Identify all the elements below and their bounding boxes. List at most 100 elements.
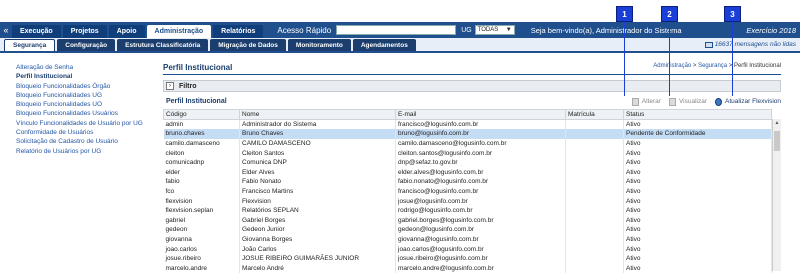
table-cell: Pendente de Conformidade	[623, 129, 772, 139]
table-row[interactable]: fco Francisco Martins francisco@logusinfo.…	[163, 186, 772, 197]
breadcrumb: Administração > Segurança > Perfil Insti…	[653, 63, 781, 69]
tab-apoio[interactable]: Apoio	[108, 25, 145, 38]
scroll-thumb[interactable]	[774, 131, 780, 151]
table-cell: gedeon@logusinfo.com.br	[395, 225, 566, 235]
alterar-button[interactable]: Alterar	[631, 97, 661, 106]
nav-perfil-institucional[interactable]: Perfil Institucional	[16, 72, 166, 81]
table-cell: cleiton	[163, 148, 240, 158]
nav-alteracao-senha[interactable]: Alteração de Senha	[16, 63, 166, 72]
table-row[interactable]: gabriel Gabriel Borges gabriel.borges@logu…	[163, 215, 772, 226]
table-cell	[565, 244, 624, 254]
table-cell	[565, 234, 624, 245]
messages-link[interactable]: 16637 mensagens não lidas	[704, 41, 796, 48]
tab-configuracao[interactable]: Configuração	[57, 39, 116, 51]
table-row[interactable]: elder Elder Alves elder.alves@logusinfo.co…	[163, 167, 772, 178]
table-cell: Ativo	[623, 167, 772, 178]
table-row[interactable]: giovanna Giovanna Borges giovanna@logusinf…	[163, 234, 772, 245]
nav-solicitacao-cadastro[interactable]: Solicitação de Cadastro de Usuário	[16, 137, 166, 146]
nav-conformidade-usuarios[interactable]: Conformidade de Usuários	[16, 128, 166, 137]
grid-toolbar: Perfil Institucional Alterar Visualizar …	[163, 94, 781, 109]
tab-seguranca[interactable]: Segurança	[4, 39, 56, 51]
scroll-up-icon[interactable]: ▲	[773, 119, 781, 127]
table-row[interactable]: gedeon Gedeon Junior gedeon@logusinfo.com.…	[163, 225, 772, 235]
tab-relatorios[interactable]: Relatórios	[213, 25, 264, 38]
col-status[interactable]: Status	[623, 109, 772, 120]
nav-bloqueio-orgao[interactable]: Bloqueio Funcionalidades Órgão	[16, 82, 166, 91]
visualizar-button[interactable]: Visualizar	[668, 97, 707, 106]
nav-vinculo-usuario-ug[interactable]: Vínculo Funcionalidades de Usuário por U…	[16, 119, 166, 128]
tab-execucao[interactable]: Execução	[12, 25, 61, 38]
table-cell	[565, 196, 624, 206]
table-cell	[565, 205, 624, 216]
welcome-text: Seja bem-vindo(a), Administrador do Sist…	[530, 25, 682, 35]
table-cell: Comunica DNP	[239, 157, 396, 168]
table-row[interactable]: camilo.damasceno CAMILO DAMASCENO camilo.d…	[163, 138, 772, 149]
table-cell: francisco@logusinfo.com.br	[395, 119, 566, 130]
table-cell: cleiton.santos@logusinfo.com.br	[395, 148, 566, 158]
filter-panel[interactable]: › Filtro	[163, 80, 781, 92]
table-row[interactable]: fabio Fabio Nonato fabio.nonato@logusinfo.…	[163, 177, 772, 187]
ug-select[interactable]: TODAS ▼	[474, 25, 515, 35]
table-row[interactable]: bruno.chaves Bruno Chaves bruno@logusinfo.…	[163, 129, 772, 139]
table-cell: rodrigo@logusinfo.com.br	[395, 205, 566, 216]
table-header-row: Código Nome E-mail Matrícula Status	[163, 109, 772, 120]
table-cell: Ativo	[623, 119, 772, 130]
collapse-arrow-icon[interactable]: «	[0, 25, 12, 35]
vertical-scrollbar[interactable]: ▲	[772, 119, 781, 271]
table-cell: gedeon	[163, 225, 240, 235]
table-cell: Administrador do Sistema	[239, 119, 396, 130]
left-nav: Alteração de Senha Perfil Institucional …	[16, 63, 166, 156]
table-cell: Ativo	[623, 253, 772, 264]
table-cell: elder.alves@logusinfo.com.br	[395, 167, 566, 178]
nav-bloqueio-usuarios[interactable]: Bloqueio Funcionalidades Usuários	[16, 109, 166, 118]
breadcrumb-administracao[interactable]: Administração	[653, 63, 691, 69]
table-row[interactable]: admin Administrador do Sistema francisco@l…	[163, 119, 772, 130]
nav-bloqueio-uo[interactable]: Bloqueio Funcionalidades UO	[16, 100, 166, 109]
users-grid: Código Nome E-mail Matrícula Status admi…	[163, 109, 781, 273]
table-cell: joao.carlos	[163, 244, 240, 254]
table-row[interactable]: flexvision.seplan Relatórios SEPLAN rodrig…	[163, 205, 772, 216]
table-row[interactable]: cleiton Cleiton Santos cleiton.santos@logu…	[163, 148, 772, 158]
table-cell	[565, 119, 624, 130]
atualizar-flexvision-button[interactable]: Atualizar Flexvision	[715, 97, 781, 106]
table-row[interactable]: josue.ribeiro JOSUE RIBEIRO GUIMARÃES JUN…	[163, 253, 772, 264]
nav-bloqueio-ug[interactable]: Bloqueio Funcionalidades UG	[16, 91, 166, 100]
table-cell: josue.ribeiro	[163, 253, 240, 264]
ug-select-value: TODAS	[477, 27, 499, 33]
table-cell: francisco@logusinfo.com.br	[395, 186, 566, 197]
table-cell: fabio.nonato@logusinfo.com.br	[395, 177, 566, 187]
table-cell: João Carlos	[239, 244, 396, 254]
tab-migracao[interactable]: Migração de Dados	[210, 39, 286, 51]
table-cell: camilo.damasceno	[163, 138, 240, 149]
table-cell: admin	[163, 119, 240, 130]
table-cell: JOSUE RIBEIRO GUIMARÃES JUNIOR	[239, 253, 396, 264]
marker-2: 2	[661, 6, 678, 22]
tab-projetos[interactable]: Projetos	[62, 25, 107, 38]
tab-agendamentos[interactable]: Agendamentos	[352, 39, 416, 51]
ug-label: UG	[461, 26, 472, 34]
table-cell: josue@logusinfo.com.br	[395, 196, 566, 206]
tab-monitoramento[interactable]: Monitoramento	[287, 39, 351, 51]
table-cell: Relatórios SEPLAN	[239, 205, 396, 216]
col-matricula[interactable]: Matrícula	[565, 109, 624, 120]
tab-administracao[interactable]: Administração	[146, 25, 212, 38]
table-cell: Flexvision	[239, 196, 396, 206]
table-cell	[565, 157, 624, 168]
col-email[interactable]: E-mail	[395, 109, 566, 120]
table-cell: Ativo	[623, 196, 772, 206]
quick-access-input[interactable]	[336, 25, 457, 35]
nav-relatorio-usuarios-ug[interactable]: Relatório de Usuários por UG	[16, 147, 166, 156]
tab-estrutura[interactable]: Estrutura Classificatória	[117, 39, 209, 51]
edit-icon	[631, 97, 639, 106]
table-row[interactable]: marcelo.andre Marcelo André marcelo.andre@…	[163, 263, 772, 273]
col-nome[interactable]: Nome	[239, 109, 396, 120]
table-row[interactable]: comunicadnp Comunica DNP dnp@sefaz.to.gov.…	[163, 157, 772, 168]
expand-icon[interactable]: ›	[166, 82, 174, 90]
table-row[interactable]: flexvision Flexvision josue@logusinfo.com.…	[163, 196, 772, 206]
table-row[interactable]: joao.carlos João Carlos joao.carlos@logusi…	[163, 244, 772, 254]
breadcrumb-seguranca[interactable]: Segurança	[698, 63, 727, 69]
table-cell: Ativo	[623, 148, 772, 158]
col-codigo[interactable]: Código	[163, 109, 240, 120]
marker-2-line	[669, 22, 670, 96]
table-cell	[565, 167, 624, 178]
